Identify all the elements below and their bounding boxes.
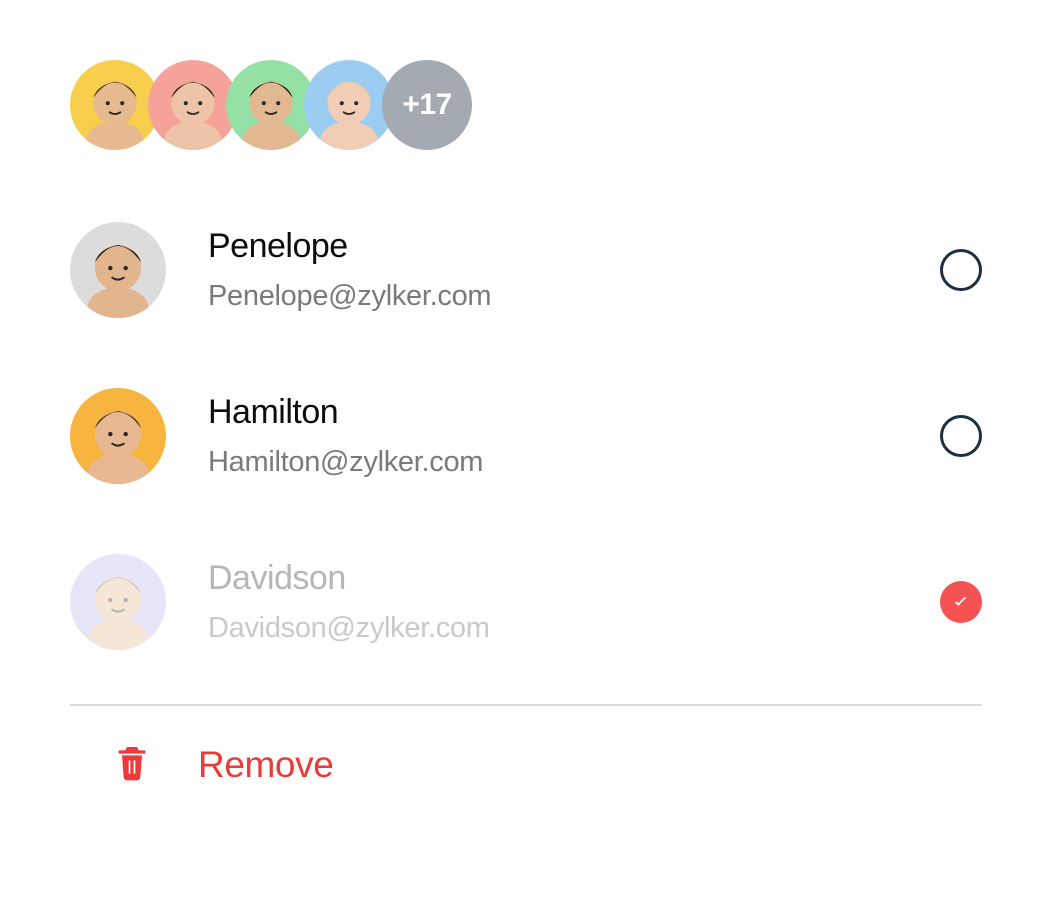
contact-avatar (70, 222, 166, 318)
contact-row[interactable]: Penelope Penelope@zylker.com (70, 222, 982, 318)
contact-email: Hamilton@zylker.com (208, 446, 898, 479)
select-checkbox[interactable] (940, 249, 982, 291)
stack-avatar[interactable] (148, 60, 238, 150)
remove-label: Remove (198, 744, 333, 786)
select-checkbox-checked[interactable] (940, 581, 982, 623)
avatar-stack-row: +17 (70, 60, 982, 150)
contact-avatar (70, 554, 166, 650)
avatar-overflow-badge[interactable]: +17 (382, 60, 472, 150)
stack-avatar[interactable] (304, 60, 394, 150)
contact-info: Hamilton Hamilton@zylker.com (208, 393, 898, 479)
contact-name: Penelope (208, 227, 898, 266)
divider (70, 704, 982, 706)
stack-avatar[interactable] (70, 60, 160, 150)
contact-email: Davidson@zylker.com (208, 612, 898, 645)
contact-list: PenelopePenelope@zylker.com HamiltonHami… (70, 222, 982, 650)
contact-row[interactable]: Hamilton Hamilton@zylker.com (70, 388, 982, 484)
select-checkbox[interactable] (940, 415, 982, 457)
contact-info: Penelope Penelope@zylker.com (208, 227, 898, 313)
contact-email: Penelope@zylker.com (208, 280, 898, 313)
trash-icon (112, 740, 152, 789)
avatar-stack: +17 (70, 60, 472, 150)
stack-avatar[interactable] (226, 60, 316, 150)
contact-name: Davidson (208, 559, 898, 598)
contact-avatar (70, 388, 166, 484)
contact-name: Hamilton (208, 393, 898, 432)
contact-row[interactable]: Davidson Davidson@zylker.com (70, 554, 982, 650)
contact-info: Davidson Davidson@zylker.com (208, 559, 898, 645)
remove-button[interactable]: Remove (70, 740, 982, 789)
